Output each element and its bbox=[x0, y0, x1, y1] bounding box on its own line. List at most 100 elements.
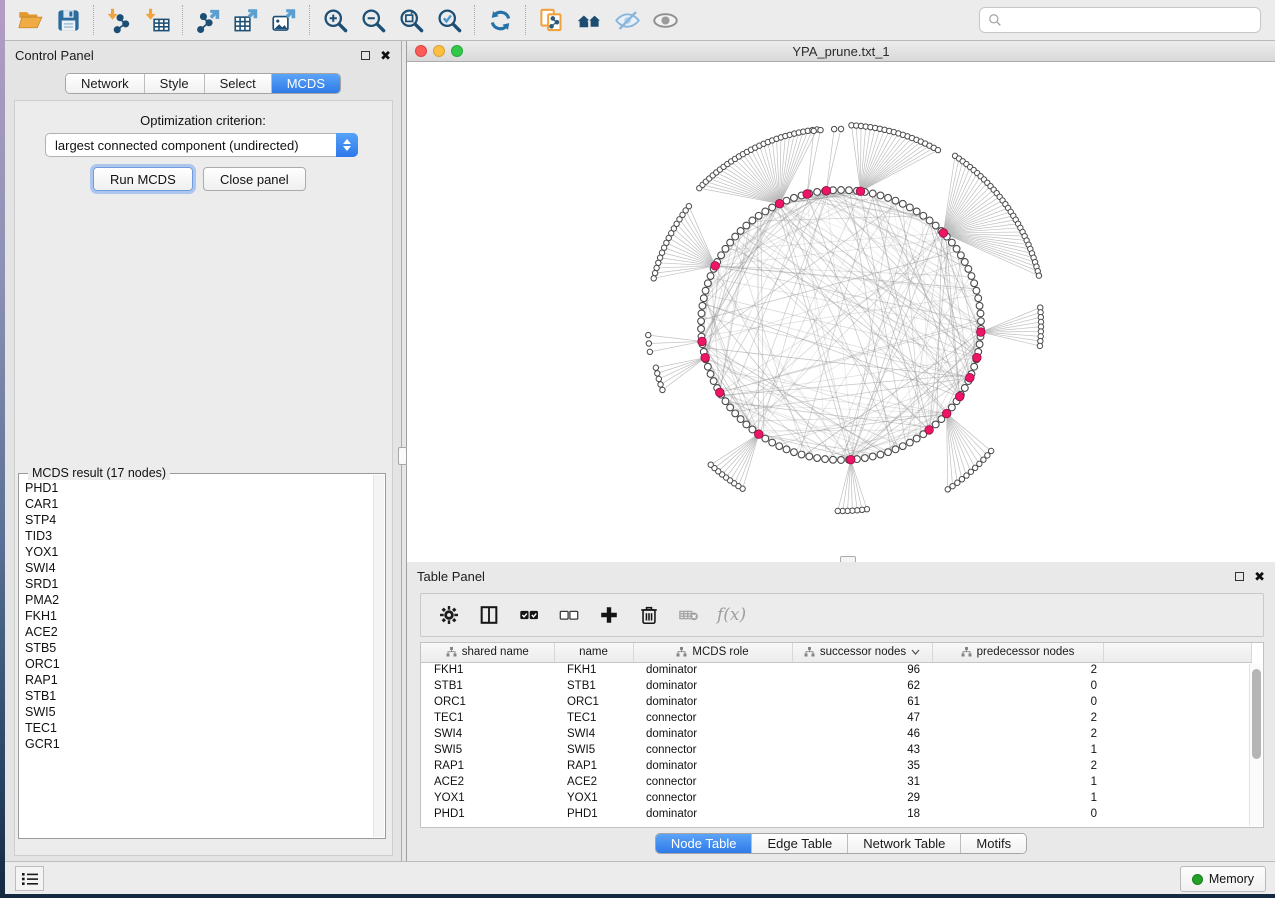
mcds-result-item[interactable]: FKH1 bbox=[25, 608, 372, 624]
graph-node[interactable] bbox=[707, 371, 714, 378]
graph-node[interactable] bbox=[906, 204, 913, 211]
graph-node[interactable] bbox=[971, 280, 978, 287]
graph-hub-node[interactable] bbox=[822, 186, 831, 195]
table-row[interactable]: RAP1RAP1dominator352 bbox=[421, 758, 1251, 774]
table-cell[interactable]: 2 bbox=[932, 710, 1103, 726]
graph-node[interactable] bbox=[869, 453, 876, 460]
graph-leaf-node[interactable] bbox=[646, 341, 651, 346]
close-panel-icon[interactable]: ✖ bbox=[380, 51, 391, 60]
graph-node[interactable] bbox=[932, 222, 939, 229]
import-network-button[interactable] bbox=[100, 3, 138, 37]
table-cell[interactable]: dominator bbox=[633, 694, 792, 710]
deselect-all-button[interactable] bbox=[551, 597, 587, 633]
table-row[interactable]: ACE2ACE2connector311 bbox=[421, 774, 1251, 790]
table-row[interactable]: SWI5SWI5connector431 bbox=[421, 742, 1251, 758]
graph-node[interactable] bbox=[973, 287, 980, 294]
table-cell[interactable]: 2 bbox=[932, 726, 1103, 742]
table-cell[interactable]: ACE2 bbox=[421, 774, 554, 790]
graph-node[interactable] bbox=[913, 435, 920, 442]
table-cell[interactable]: 1 bbox=[932, 774, 1103, 790]
close-panel-button[interactable]: Close panel bbox=[203, 167, 306, 191]
graph-leaf-node[interactable] bbox=[945, 487, 950, 492]
graph-node[interactable] bbox=[953, 245, 960, 252]
graph-node[interactable] bbox=[814, 189, 821, 196]
graph-node[interactable] bbox=[869, 190, 876, 197]
graph-node[interactable] bbox=[737, 228, 744, 235]
graph-hub-node[interactable] bbox=[701, 353, 710, 362]
float-panel-icon[interactable] bbox=[1235, 572, 1244, 581]
table-cell[interactable]: 96 bbox=[792, 662, 932, 678]
graph-node[interactable] bbox=[722, 398, 729, 405]
graph-leaf-node[interactable] bbox=[646, 332, 651, 337]
delete-table-button[interactable] bbox=[671, 597, 707, 633]
table-cell[interactable]: 61 bbox=[792, 694, 932, 710]
tab-select[interactable]: Select bbox=[204, 74, 271, 93]
tab-node-table[interactable]: Node Table bbox=[656, 834, 752, 853]
graph-leaf-node[interactable] bbox=[838, 126, 843, 131]
table-cell[interactable] bbox=[1103, 694, 1251, 710]
graph-leaf-node[interactable] bbox=[935, 147, 940, 152]
table-cell[interactable] bbox=[1103, 710, 1251, 726]
graph-node[interactable] bbox=[948, 239, 955, 246]
graph-node[interactable] bbox=[906, 439, 913, 446]
graph-node[interactable] bbox=[822, 456, 829, 463]
graph-hub-node[interactable] bbox=[939, 229, 948, 238]
table-cell[interactable]: 35 bbox=[792, 758, 932, 774]
apply-function-button[interactable]: f(x) bbox=[711, 605, 746, 625]
graph-leaf-node[interactable] bbox=[708, 462, 713, 467]
table-scrollbar-thumb[interactable] bbox=[1252, 669, 1261, 759]
graph-node[interactable] bbox=[892, 446, 899, 453]
graph-hub-node[interactable] bbox=[803, 190, 812, 199]
table-cell[interactable]: 31 bbox=[792, 774, 932, 790]
open-session-button[interactable] bbox=[11, 3, 49, 37]
mcds-result-list[interactable]: PHD1CAR1STP4TID3YOX1SWI4SRD1PMA2FKH1ACE2… bbox=[25, 480, 372, 836]
export-image-button[interactable] bbox=[265, 3, 303, 37]
mcds-result-item[interactable]: STP4 bbox=[25, 512, 372, 528]
delete-column-button[interactable] bbox=[631, 597, 667, 633]
table-cell[interactable]: 0 bbox=[932, 678, 1103, 694]
table-cell[interactable]: RAP1 bbox=[421, 758, 554, 774]
result-scrollbar[interactable] bbox=[373, 475, 384, 837]
graph-hub-node[interactable] bbox=[698, 337, 707, 346]
select-all-button[interactable] bbox=[511, 597, 547, 633]
memory-button[interactable]: Memory bbox=[1180, 866, 1266, 892]
tab-edge-table[interactable]: Edge Table bbox=[751, 834, 847, 853]
table-cell[interactable]: connector bbox=[633, 774, 792, 790]
graph-node[interactable] bbox=[892, 197, 899, 204]
mcds-result-item[interactable]: ACE2 bbox=[25, 624, 372, 640]
graph-node[interactable] bbox=[769, 439, 776, 446]
table-cell[interactable]: 1 bbox=[932, 790, 1103, 806]
graph-node[interactable] bbox=[732, 410, 739, 417]
graph-node[interactable] bbox=[722, 245, 729, 252]
zoom-selected-button[interactable] bbox=[430, 3, 468, 37]
first-neighbors-button[interactable] bbox=[570, 3, 608, 37]
table-cell[interactable]: 29 bbox=[792, 790, 932, 806]
graph-node[interactable] bbox=[814, 455, 821, 462]
graph-node[interactable] bbox=[913, 208, 920, 215]
table-cell[interactable]: ORC1 bbox=[421, 694, 554, 710]
graph-leaf-node[interactable] bbox=[835, 508, 840, 513]
graph-leaf-node[interactable] bbox=[656, 376, 661, 381]
table-cell[interactable]: SWI5 bbox=[554, 742, 633, 758]
mcds-result-item[interactable]: TID3 bbox=[25, 528, 372, 544]
mcds-result-item[interactable]: PMA2 bbox=[25, 592, 372, 608]
column-header-successor-nodes[interactable]: successor nodes bbox=[792, 643, 932, 662]
refresh-view-button[interactable] bbox=[481, 3, 519, 37]
criterion-dropdown[interactable]: largest connected component (undirected) bbox=[45, 133, 358, 157]
graph-node[interactable] bbox=[699, 302, 706, 309]
table-cell[interactable]: 47 bbox=[792, 710, 932, 726]
zoom-fit-button[interactable] bbox=[392, 3, 430, 37]
graph-leaf-node[interactable] bbox=[652, 270, 657, 275]
mcds-result-item[interactable]: SWI4 bbox=[25, 560, 372, 576]
zoom-out-button[interactable] bbox=[354, 3, 392, 37]
graph-node[interactable] bbox=[755, 212, 762, 219]
column-header-shared-name[interactable]: shared name bbox=[421, 643, 554, 662]
table-cell[interactable]: 2 bbox=[932, 758, 1103, 774]
table-cell[interactable]: connector bbox=[633, 790, 792, 806]
graph-node[interactable] bbox=[783, 446, 790, 453]
float-panel-icon[interactable] bbox=[361, 51, 370, 60]
graph-node[interactable] bbox=[704, 280, 711, 287]
graph-node[interactable] bbox=[846, 187, 853, 194]
table-cell[interactable]: SWI4 bbox=[421, 726, 554, 742]
graph-node[interactable] bbox=[877, 192, 884, 199]
